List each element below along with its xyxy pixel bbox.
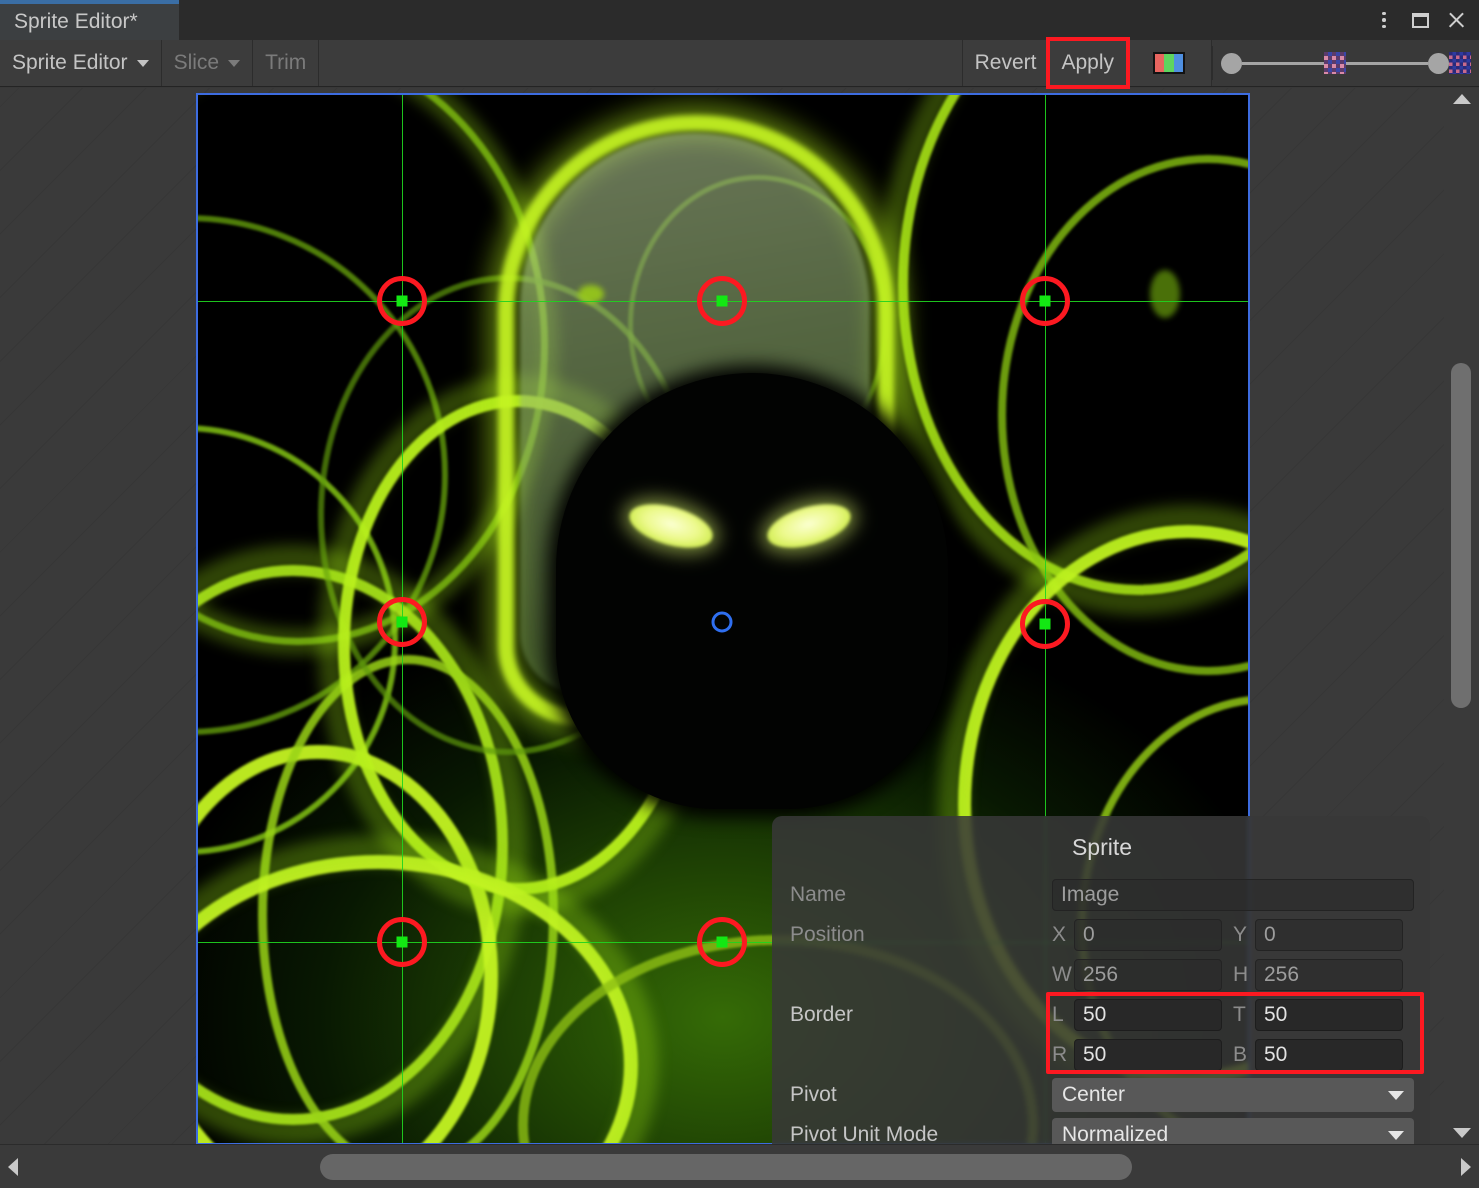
horizontal-scrollbar[interactable] xyxy=(0,1144,1479,1188)
border-top-axis-label: T xyxy=(1233,1003,1246,1026)
tab-sprite-editor[interactable]: Sprite Editor* xyxy=(0,0,179,40)
rgb-channels-icon xyxy=(1153,52,1185,74)
width-axis-label: W xyxy=(1052,963,1072,986)
revert-label: Revert xyxy=(974,51,1037,74)
height-input[interactable]: 256 xyxy=(1255,959,1403,991)
tab-label: Sprite Editor* xyxy=(14,10,138,33)
border-right-axis-label: R xyxy=(1052,1043,1068,1066)
kebab-menu-button[interactable] xyxy=(1367,3,1401,37)
scroll-up-arrow-icon[interactable] xyxy=(1452,94,1471,104)
border-top-input[interactable]: 50 xyxy=(1255,999,1403,1031)
vertical-scrollbar-thumb[interactable] xyxy=(1451,363,1471,708)
checkerboard-large-icon xyxy=(1449,52,1471,74)
border-handle-top-right[interactable] xyxy=(1039,295,1051,307)
pivot-dropdown-value: Center xyxy=(1062,1083,1126,1106)
zoom-slider-track[interactable] xyxy=(1346,61,1428,65)
slice-dropdown[interactable]: Slice xyxy=(161,40,254,86)
alpha-slider-knob[interactable] xyxy=(1221,52,1242,74)
pivot-unit-mode-value: Normalized xyxy=(1062,1123,1169,1144)
row-position-wh: W 256 H 256 xyxy=(790,955,1414,995)
row-pivot: Pivot Center xyxy=(790,1075,1414,1115)
width-input[interactable]: 256 xyxy=(1074,959,1222,991)
border-left-axis-label: L xyxy=(1052,1003,1064,1026)
pivot-unit-mode-dropdown[interactable]: Normalized xyxy=(1052,1118,1414,1144)
close-icon xyxy=(1447,11,1466,30)
row-pivot-unit-mode: Pivot Unit Mode Normalized xyxy=(790,1115,1414,1144)
chevron-down-icon xyxy=(1388,1130,1404,1140)
position-y-axis-label: Y xyxy=(1233,923,1248,946)
pivot-label: Pivot xyxy=(790,1083,837,1106)
chevron-down-icon xyxy=(1388,1090,1404,1100)
sprite-editor-dropdown-label: Sprite Editor xyxy=(12,51,128,74)
zoom-slider-knob[interactable] xyxy=(1428,52,1449,74)
editor-toolbar: Sprite Editor Slice Trim Revert Apply xyxy=(0,37,1479,89)
border-handle-bottom-center[interactable] xyxy=(716,936,728,948)
panel-title: Sprite xyxy=(1071,834,1133,860)
channel-toggle-button[interactable] xyxy=(1127,40,1212,86)
scroll-left-arrow-icon[interactable] xyxy=(8,1157,18,1176)
maximize-button[interactable] xyxy=(1403,3,1437,37)
position-x-input[interactable]: 0 xyxy=(1074,919,1222,951)
position-y-input[interactable]: 0 xyxy=(1255,919,1403,951)
sprite-editor-window: Sprite Editor* Sprite Editor Slice Trim xyxy=(0,0,1479,1188)
border-bottom-input[interactable]: 50 xyxy=(1255,1039,1403,1071)
row-border-lt: Border L 50 T 50 xyxy=(790,995,1414,1035)
sprite-editor-dropdown[interactable]: Sprite Editor xyxy=(0,40,162,86)
row-border-rb: R 50 B 50 xyxy=(790,1035,1414,1075)
window-controls xyxy=(1367,0,1473,40)
title-bar: Sprite Editor* xyxy=(0,0,1479,40)
horizontal-scrollbar-thumb[interactable] xyxy=(320,1154,1132,1180)
border-handle-bottom-left[interactable] xyxy=(396,936,408,948)
kebab-menu-icon xyxy=(1382,11,1386,29)
border-handle-mid-left[interactable] xyxy=(396,616,408,628)
height-axis-label: H xyxy=(1233,963,1249,986)
chevron-down-icon xyxy=(136,59,149,67)
toolbar-spacer xyxy=(319,40,963,86)
slice-label: Slice xyxy=(173,51,220,74)
name-label: Name xyxy=(790,883,847,906)
trim-label: Trim xyxy=(265,51,307,74)
position-x-axis-label: X xyxy=(1052,923,1067,946)
apply-label: Apply xyxy=(1061,51,1114,74)
apply-button-wrapper: Apply xyxy=(1046,37,1130,89)
close-button[interactable] xyxy=(1439,3,1473,37)
toolbar-right-group: Revert Apply xyxy=(962,37,1479,89)
checkerboard-small-icon xyxy=(1324,52,1346,74)
maximize-icon xyxy=(1411,12,1429,28)
editor-workspace: Sprite Name Image Position X 0 Y 0 W 256… xyxy=(0,88,1444,1144)
apply-button[interactable]: Apply xyxy=(1049,40,1127,86)
alpha-slider[interactable] xyxy=(1213,40,1479,86)
name-input[interactable]: Image xyxy=(1052,879,1414,911)
border-handle-mid-right[interactable] xyxy=(1039,618,1051,630)
scroll-right-arrow-icon[interactable] xyxy=(1461,1157,1471,1176)
border-bottom-axis-label: B xyxy=(1233,1043,1248,1066)
border-label: Border xyxy=(790,1003,854,1026)
border-handle-top-center[interactable] xyxy=(716,295,728,307)
border-right-input[interactable]: 50 xyxy=(1074,1039,1222,1071)
pivot-unit-mode-label: Pivot Unit Mode xyxy=(790,1123,939,1144)
row-position-xy: Position X 0 Y 0 xyxy=(790,915,1414,955)
border-left-input[interactable]: 50 xyxy=(1074,999,1222,1031)
revert-button[interactable]: Revert xyxy=(962,40,1050,86)
row-name: Name Image xyxy=(790,875,1414,915)
trim-button[interactable]: Trim xyxy=(253,40,320,86)
scroll-down-arrow-icon[interactable] xyxy=(1452,1128,1471,1138)
position-label: Position xyxy=(790,923,865,946)
alpha-slider-track[interactable] xyxy=(1242,61,1324,65)
sprite-inspector-panel: Sprite Name Image Position X 0 Y 0 W 256… xyxy=(772,816,1430,1144)
vertical-scrollbar[interactable] xyxy=(1444,88,1479,1144)
pivot-dropdown[interactable]: Center xyxy=(1052,1078,1414,1112)
chevron-down-icon xyxy=(228,59,241,67)
border-handle-top-left[interactable] xyxy=(396,295,408,307)
pivot-point-handle[interactable] xyxy=(711,611,733,633)
